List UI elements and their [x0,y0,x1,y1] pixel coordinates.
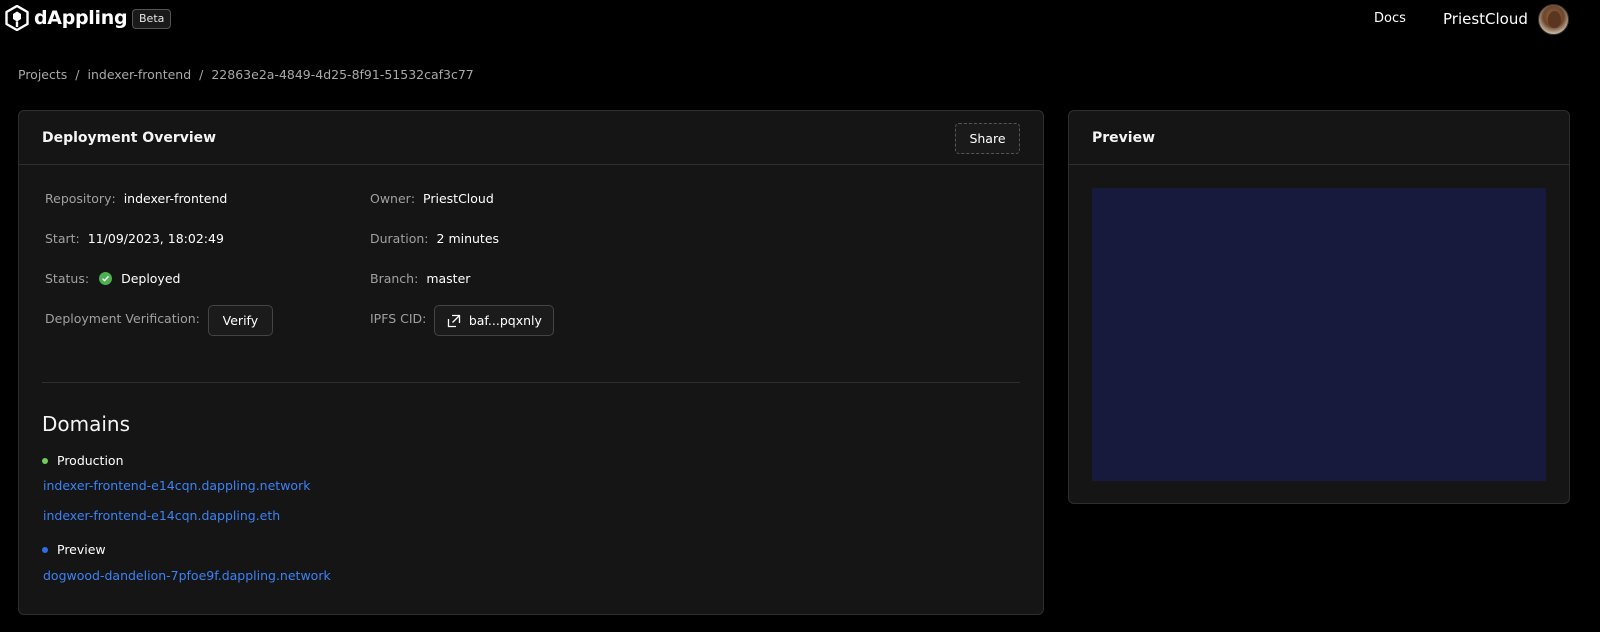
branch-field: Branch : master [370,271,471,286]
preview-title: Preview [1092,130,1156,146]
status-label: Status [45,271,85,286]
preview-frame[interactable] [1092,188,1546,481]
share-button[interactable]: Share [955,123,1020,154]
ipfs-cid-value: baf...pqxnly [468,313,542,328]
user-name[interactable]: PriestCloud [1443,10,1528,28]
start-value: 11/09/2023, 18:02:49 [87,231,224,246]
brand-name: dAppling [34,7,128,29]
avatar[interactable] [1538,4,1569,35]
section-divider [42,382,1020,383]
verification-field: Deployment Verification : Verify [45,305,273,336]
check-circle-icon [99,272,113,285]
breadcrumb-projects[interactable]: Projects [18,67,67,82]
owner-label: Owner [370,191,411,206]
verify-button[interactable]: Verify [207,305,273,336]
duration-label: Duration [370,231,425,246]
breadcrumb-deployment-id: 22863e2a-4849-4d25-8f91-51532caf3c77 [211,67,474,82]
ipfs-label: IPFS CID [370,311,423,326]
breadcrumb-separator: / [75,67,80,82]
deployment-overview-card: Deployment Overview Share Repository : i… [18,110,1044,615]
breadcrumb-separator: / [199,67,204,82]
owner-field: Owner : PriestCloud [370,191,494,206]
start-field: Start : 11/09/2023, 18:02:49 [45,231,224,246]
duration-value: 2 minutes [436,231,500,246]
preview-card: Preview [1068,110,1570,504]
preview-label: Preview [42,542,106,557]
preview-header: Preview [1069,111,1569,165]
overview-title: Deployment Overview [42,130,217,146]
preview-dot-icon [42,546,48,553]
overview-header: Deployment Overview Share [19,111,1043,165]
top-bar: dAppling Beta Docs PriestCloud [0,0,1600,38]
status-field: Status : Deployed [45,271,181,286]
repository-value: indexer-frontend [123,191,228,206]
branch-label: Branch [370,271,415,286]
verification-label: Deployment Verification [45,311,196,326]
avatar-face [1548,11,1561,28]
production-domain-link[interactable]: indexer-frontend-e14cqn.dappling.eth [43,508,280,523]
production-dot-icon [42,457,48,464]
branch-value: master [426,271,471,286]
breadcrumb-project[interactable]: indexer-frontend [88,67,192,82]
beta-badge: Beta [132,9,172,29]
production-domain-link[interactable]: indexer-frontend-e14cqn.dappling.network [43,478,310,493]
status-value: Deployed [121,271,181,286]
repository-field: Repository : indexer-frontend [45,191,228,206]
brand-logo[interactable]: dAppling [5,5,128,31]
domains-title: Domains [42,412,131,436]
ipfs-cid-button[interactable]: baf...pqxnly [434,305,555,336]
breadcrumb: Projects / indexer-frontend / 22863e2a-4… [18,67,474,82]
external-link-icon [447,314,460,327]
owner-value: PriestCloud [423,191,494,206]
start-label: Start [45,231,76,246]
production-label: Production [42,453,124,468]
ipfs-field: IPFS CID : baf...pqxnly [370,305,555,336]
docs-link[interactable]: Docs [1374,11,1406,26]
duration-field: Duration : 2 minutes [370,231,500,246]
repository-label: Repository [45,191,112,206]
dappling-logo-icon [5,5,29,31]
preview-domain-link[interactable]: dogwood-dandelion-7pfoe9f.dappling.netwo… [43,568,331,583]
